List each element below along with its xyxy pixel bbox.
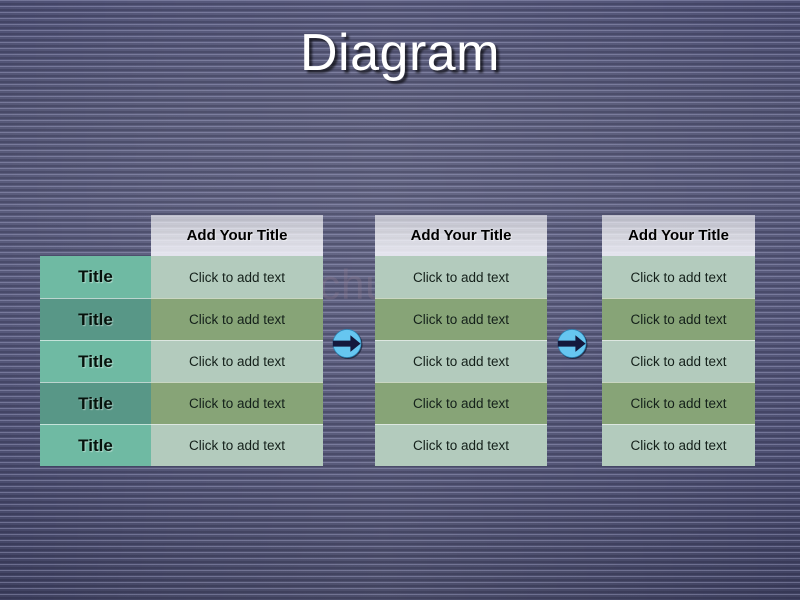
stage-column-2: Add Your Title Click to add text Click t… [375, 215, 547, 466]
stage-cell-label: Click to add text [412, 396, 510, 411]
title-column-cell-label: Title [78, 309, 113, 329]
stage-column-3: Add Your Title Click to add text Click t… [602, 215, 755, 466]
stage-cell-label: Click to add text [630, 354, 727, 369]
stage-column-2-header[interactable]: Add Your Title [375, 215, 547, 256]
stage-cell[interactable]: Click to add text [602, 298, 755, 340]
arrow-right-circle-icon[interactable] [331, 327, 365, 361]
stage-column-1: Add Your Title Click to add text Click t… [151, 215, 323, 466]
stage-cell[interactable]: Click to add text [375, 340, 547, 382]
slide-canvas: jinchutou.com Diagram Title Title Title … [0, 0, 800, 600]
stage-cell-label: Click to add text [412, 269, 510, 285]
stage-cell-label: Click to add text [412, 354, 510, 369]
stage-cell[interactable]: Click to add text [375, 256, 547, 298]
stage-column-3-header-label: Add Your Title [628, 227, 729, 244]
stage-cell-label: Click to add text [630, 396, 727, 411]
stage-cell[interactable]: Click to add text [151, 256, 323, 298]
stage-cell[interactable]: Click to add text [602, 424, 755, 466]
diagram-container: Title Title Title Title Title Add Your T… [0, 0, 800, 600]
title-column-cell[interactable]: Title [40, 256, 151, 298]
stage-column-1-header[interactable]: Add Your Title [151, 215, 323, 256]
stage-cell[interactable]: Click to add text [151, 340, 323, 382]
stage-cell-label: Click to add text [188, 269, 286, 285]
stage-column-3-header[interactable]: Add Your Title [602, 215, 755, 256]
stage-cell[interactable]: Click to add text [602, 340, 755, 382]
stage-column-3-rows: Click to add text Click to add text Clic… [602, 256, 755, 466]
title-column-cell[interactable]: Title [40, 340, 151, 382]
stage-cell-label: Click to add text [630, 438, 727, 453]
stage-column-2-rows: Click to add text Click to add text Clic… [375, 256, 547, 466]
arrow-right-circle-icon[interactable] [556, 327, 590, 361]
stage-cell-label: Click to add text [188, 396, 286, 411]
stage-cell-label: Click to add text [630, 269, 727, 285]
title-column-cell[interactable]: Title [40, 382, 151, 424]
title-column-cell-label: Title [78, 351, 113, 371]
stage-cell-label: Click to add text [188, 438, 286, 453]
stage-cell-label: Click to add text [412, 438, 510, 453]
stage-cell-label: Click to add text [188, 312, 286, 327]
stage-cell-label: Click to add text [630, 312, 727, 327]
stage-cell[interactable]: Click to add text [375, 298, 547, 340]
stage-cell[interactable]: Click to add text [151, 382, 323, 424]
stage-column-1-header-label: Add Your Title [186, 227, 288, 244]
stage-cell[interactable]: Click to add text [151, 298, 323, 340]
title-column-cell-label: Title [78, 267, 113, 286]
title-column-cell[interactable]: Title [40, 298, 151, 340]
stage-cell-label: Click to add text [188, 354, 286, 369]
stage-column-2-header-label: Add Your Title [410, 227, 512, 244]
title-column-cell[interactable]: Title [40, 424, 151, 466]
stage-cell-label: Click to add text [412, 312, 510, 327]
stage-cell[interactable]: Click to add text [602, 382, 755, 424]
title-column-cell-label: Title [78, 393, 113, 413]
stage-column-1-rows: Click to add text Click to add text Clic… [151, 256, 323, 466]
stage-cell[interactable]: Click to add text [375, 382, 547, 424]
title-column-cell-label: Title [78, 435, 113, 455]
stage-cell[interactable]: Click to add text [375, 424, 547, 466]
stage-cell[interactable]: Click to add text [151, 424, 323, 466]
title-column: Title Title Title Title Title [40, 256, 151, 466]
stage-cell[interactable]: Click to add text [602, 256, 755, 298]
